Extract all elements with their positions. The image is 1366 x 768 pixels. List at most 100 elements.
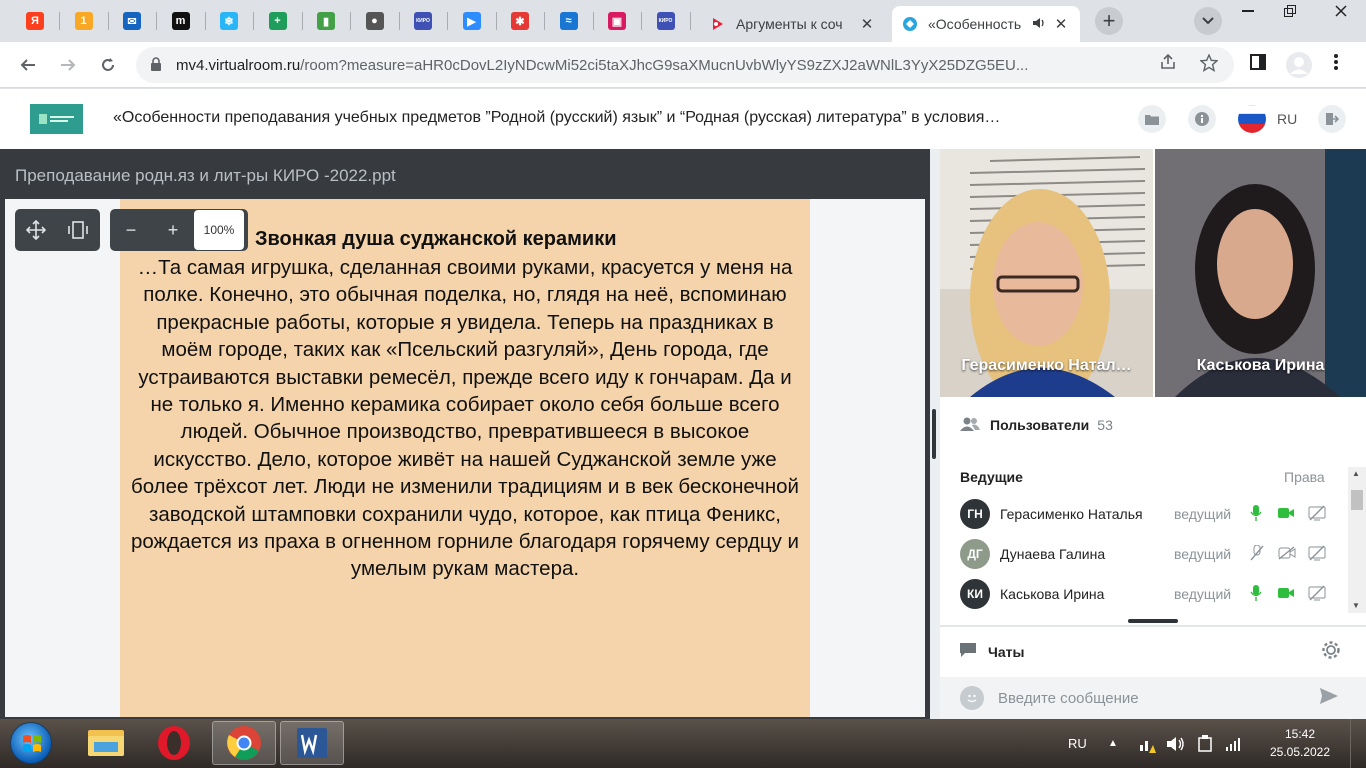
pinned-tab[interactable]: 1 (67, 6, 101, 36)
windows-start-button[interactable] (10, 722, 52, 764)
screen-share-off-icon[interactable] (1308, 585, 1326, 604)
rights-label: Права (1284, 469, 1325, 485)
network-warning-icon[interactable] (1138, 719, 1156, 768)
tab-webinar-room[interactable]: «Особенность ✕ (892, 6, 1080, 42)
panel-resize-handle[interactable] (930, 149, 940, 719)
chat-settings-gear-icon[interactable] (1320, 639, 1344, 663)
minimize-window-icon[interactable] (1228, 0, 1268, 22)
user-row[interactable]: ДГ Дунаева Галина ведущий (940, 534, 1348, 574)
zoom-level[interactable]: 100% (194, 210, 244, 250)
mail-notification-icon: 1 (74, 12, 93, 30)
side-panel-icon[interactable] (1250, 54, 1266, 75)
clock-time: 15:42 (1284, 727, 1316, 741)
dots-app-icon: ✱ (511, 12, 529, 30)
new-tab-button[interactable]: + (1095, 7, 1123, 35)
microphone-on-icon[interactable] (1250, 504, 1262, 524)
file-explorer-taskbar-icon[interactable] (74, 721, 138, 765)
volume-icon[interactable] (1166, 719, 1186, 768)
speaker-icon[interactable] (1032, 17, 1046, 32)
pinned-tab[interactable]: ❄ (212, 6, 246, 36)
system-clock[interactable]: 15:42 25.05.2022 (1262, 725, 1338, 761)
scroll-up-icon[interactable]: ▲ (1352, 469, 1360, 478)
camera-off-icon[interactable] (1278, 545, 1296, 563)
word-taskbar-icon[interactable] (280, 721, 344, 765)
tab-separator (544, 12, 545, 30)
bookmark-star-icon[interactable] (1199, 53, 1219, 77)
video-participant-name: Каськова Ирина (1196, 357, 1325, 374)
pinned-tab[interactable]: ▮ (309, 6, 343, 36)
pinned-tab[interactable]: КИРО (649, 6, 683, 36)
lock-icon[interactable] (150, 56, 164, 74)
keyboard-language[interactable]: RU (1068, 719, 1087, 768)
microphone-on-icon[interactable] (1250, 584, 1262, 604)
chat-message-input[interactable] (998, 689, 1298, 707)
tab-search-chevron-icon[interactable] (1194, 7, 1222, 35)
fit-page-icon[interactable] (57, 209, 99, 251)
screen-share-off-icon[interactable] (1308, 545, 1326, 564)
screen-share-off-icon[interactable] (1308, 505, 1326, 524)
user-role: ведущий (1174, 506, 1232, 522)
mail-icon: ✉ (123, 12, 141, 30)
zoom-in-button[interactable]: + (152, 209, 194, 251)
user-row[interactable]: ГН Герасименко Наталья ведущий (940, 494, 1348, 534)
pinned-tab[interactable]: КИРО (406, 6, 440, 36)
signal-bars-icon[interactable] (1226, 719, 1242, 768)
kiro-icon-2: КИРО (656, 12, 675, 30)
pinned-tab[interactable]: ▶ (455, 6, 489, 36)
user-avatar: ГН (960, 499, 990, 529)
user-row[interactable]: КИ Каськова Ирина ведущий (940, 574, 1348, 614)
close-window-icon[interactable] (1318, 0, 1364, 22)
share-icon[interactable] (1160, 53, 1178, 75)
send-message-icon[interactable] (1320, 687, 1338, 709)
folder-icon[interactable] (1138, 105, 1166, 133)
profile-avatar-icon[interactable] (1285, 51, 1313, 84)
pinned-tab[interactable]: ≈ (552, 6, 586, 36)
pinned-tab[interactable]: m (164, 6, 198, 36)
reload-icon[interactable] (94, 51, 122, 79)
chrome-taskbar-icon[interactable] (212, 721, 276, 765)
emoji-smile-icon[interactable] (960, 686, 984, 710)
back-arrow-icon[interactable] (14, 51, 42, 79)
close-tab-icon[interactable]: ✕ (858, 15, 876, 33)
tab-separator (447, 12, 448, 30)
opera-taskbar-icon[interactable] (142, 721, 206, 765)
users-section-header[interactable]: Пользователи 53 (940, 407, 1366, 443)
restore-window-icon[interactable] (1270, 0, 1310, 22)
pinned-tab[interactable]: Я (18, 6, 52, 36)
microphone-off-icon[interactable] (1250, 544, 1264, 564)
show-hidden-icons-icon[interactable]: ▲ (1108, 719, 1118, 768)
video-tile-gerasimenko[interactable]: Герасименко Натал… (940, 149, 1153, 397)
chats-section-header[interactable]: Чаты (960, 643, 1024, 660)
camera-on-icon[interactable] (1278, 506, 1294, 522)
exit-icon[interactable] (1318, 105, 1346, 133)
device-icon[interactable] (1196, 719, 1214, 768)
snowflake-icon: ❄ (220, 12, 238, 30)
presenters-label: Ведущие (960, 469, 1023, 485)
users-scrollbar[interactable]: ▲ ▼ (1348, 467, 1366, 613)
tab-arguments[interactable]: Аргументы к соч ✕ (700, 6, 886, 42)
fit-width-icon[interactable] (15, 209, 57, 251)
presentation-file-name: Преподавание родн.яз и лит-ры КИРО -2022… (15, 166, 396, 185)
language-label[interactable]: RU (1277, 111, 1297, 127)
video-tile-kaskova[interactable]: Каськова Ирина (1155, 149, 1366, 397)
panel-drag-handle[interactable] (1128, 619, 1178, 623)
scroll-thumb[interactable] (1351, 490, 1363, 510)
pinned-tab[interactable]: ✱ (503, 6, 537, 36)
address-bar[interactable]: mv4.virtualroom.ru /room?measure=aHR0cDo… (136, 47, 1234, 83)
browser-menu-icon[interactable] (1334, 54, 1338, 75)
tab-separator (398, 12, 400, 30)
russian-flag-icon[interactable] (1238, 105, 1266, 133)
forward-arrow-icon[interactable] (54, 51, 82, 79)
zoom-out-button[interactable]: − (110, 209, 152, 251)
camera-on-icon[interactable] (1278, 586, 1294, 602)
pinned-tab[interactable]: ✉ (115, 6, 149, 36)
show-desktop-button[interactable] (1350, 719, 1366, 768)
pinned-tab[interactable]: ● (358, 6, 392, 36)
user-name: Каськова Ирина (1000, 586, 1105, 602)
close-tab-icon[interactable]: ✕ (1052, 15, 1070, 33)
info-icon[interactable] (1188, 105, 1216, 133)
scroll-down-icon[interactable]: ▼ (1352, 601, 1360, 610)
pinned-tab[interactable]: + (261, 6, 295, 36)
pinned-tab[interactable]: ▣ (600, 6, 634, 36)
tab-title: Аргументы к соч (736, 16, 843, 32)
